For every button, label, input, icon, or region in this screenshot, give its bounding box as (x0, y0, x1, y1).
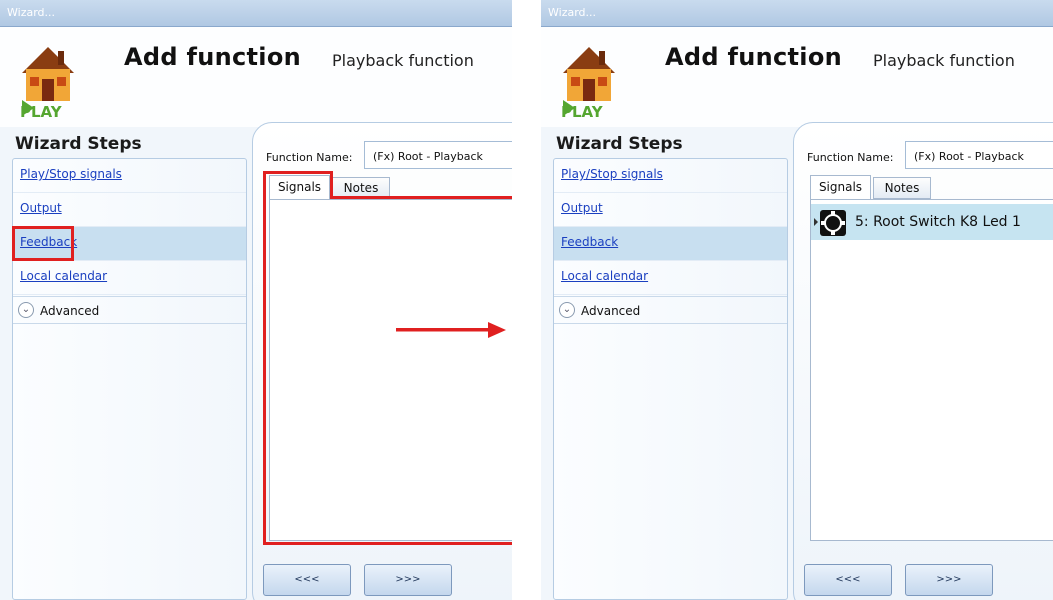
chevron-down-circle-icon[interactable]: ⌄ (18, 302, 34, 318)
step-play-stop-signals[interactable]: Play/Stop signals (13, 159, 246, 193)
wizard-header: PLAY Add function Playback function (541, 27, 1053, 127)
previous-button[interactable]: <<< (263, 564, 351, 596)
step-link[interactable]: Output (561, 201, 603, 215)
logo-label: PLAY (561, 103, 603, 121)
advanced-toggle[interactable]: ⌄ Advanced (13, 296, 246, 324)
function-name-input[interactable]: (Fx) Root - Playback (905, 141, 1053, 169)
arrow-right-icon (396, 322, 506, 338)
wizard-header: PLAY Add function Playback function (0, 27, 512, 127)
function-name-input[interactable]: (Fx) Root - Playback (364, 141, 512, 169)
feedback-highlight-box (12, 226, 74, 261)
step-link[interactable]: Play/Stop signals (20, 167, 122, 181)
page-title: Add function (124, 43, 302, 71)
step-feedback[interactable]: Feedback (554, 227, 787, 261)
button-label: >>> (936, 574, 962, 585)
wizard-steps-title: Wizard Steps (556, 134, 683, 154)
signals-list[interactable]: 5: Root Switch K8 Led 1 (810, 199, 1053, 541)
signals-list[interactable] (269, 199, 512, 541)
step-local-calendar[interactable]: Local calendar (554, 261, 787, 295)
tab-label: Signals (818, 180, 863, 194)
step-link[interactable]: Feedback (561, 235, 618, 249)
wizard-window-after: Wizard... PLAY Add function Playback fun… (541, 0, 1053, 600)
logo-label: PLAY (20, 103, 62, 121)
previous-button[interactable]: <<< (804, 564, 892, 596)
step-play-stop-signals[interactable]: Play/Stop signals (554, 159, 787, 193)
chevron-down-circle-icon[interactable]: ⌄ (559, 302, 575, 318)
expand-arrow-icon[interactable] (814, 218, 818, 226)
function-name-label: Function Name: (266, 151, 353, 164)
highlight-line-tab-side (330, 171, 333, 198)
tab-label: Signals (277, 180, 322, 194)
switch-led-icon (820, 210, 846, 236)
highlight-line-left (263, 171, 266, 545)
signal-label: 5: Root Switch K8 Led 1 (855, 214, 1021, 230)
highlight-line-top (330, 196, 512, 199)
function-name-value: (Fx) Root - Playback (373, 150, 483, 163)
step-link[interactable]: Local calendar (20, 269, 107, 283)
wizard-steps-panel: Play/Stop signals Output Feedback Local … (12, 158, 247, 600)
button-label: <<< (294, 574, 320, 585)
tab-label: Notes (884, 181, 920, 195)
wizard-steps-panel: Play/Stop signals Output Feedback Local … (553, 158, 788, 600)
tab-label: Notes (343, 181, 379, 195)
advanced-label: Advanced (581, 304, 641, 318)
button-label: <<< (835, 574, 861, 585)
title-bar: Wizard... (0, 0, 512, 27)
title-bar: Wizard... (541, 0, 1053, 27)
step-link[interactable]: Output (20, 201, 62, 215)
tab-signals[interactable]: Signals (269, 175, 330, 200)
step-local-calendar[interactable]: Local calendar (13, 261, 246, 295)
function-content-panel: Function Name: (Fx) Root - Playback Sign… (793, 122, 1053, 600)
step-output[interactable]: Output (13, 193, 246, 227)
page-subtitle: Playback function (332, 51, 474, 70)
page-subtitle: Playback function (873, 51, 1015, 70)
function-name-label: Function Name: (807, 151, 894, 164)
highlight-line-bottom (263, 542, 512, 545)
button-label: >>> (395, 574, 421, 585)
function-name-value: (Fx) Root - Playback (914, 150, 1024, 163)
advanced-toggle[interactable]: ⌄ Advanced (554, 296, 787, 324)
step-link[interactable]: Local calendar (561, 269, 648, 283)
wizard-window-before: Wizard... PLAY Add function Playback fun… (0, 0, 512, 600)
wizard-steps-title: Wizard Steps (15, 134, 142, 154)
advanced-label: Advanced (40, 304, 100, 318)
window-title: Wizard... (7, 6, 56, 19)
step-output[interactable]: Output (554, 193, 787, 227)
tab-signals[interactable]: Signals (810, 175, 871, 200)
function-content-panel: Function Name: (Fx) Root - Playback Sign… (252, 122, 512, 600)
next-button[interactable]: >>> (364, 564, 452, 596)
page-title: Add function (665, 43, 843, 71)
next-button[interactable]: >>> (905, 564, 993, 596)
signal-row[interactable]: 5: Root Switch K8 Led 1 (811, 204, 1053, 240)
highlight-line-top-tab (263, 171, 333, 174)
tab-notes[interactable]: Notes (873, 177, 931, 199)
window-title: Wizard... (548, 6, 597, 19)
step-link[interactable]: Play/Stop signals (561, 167, 663, 181)
